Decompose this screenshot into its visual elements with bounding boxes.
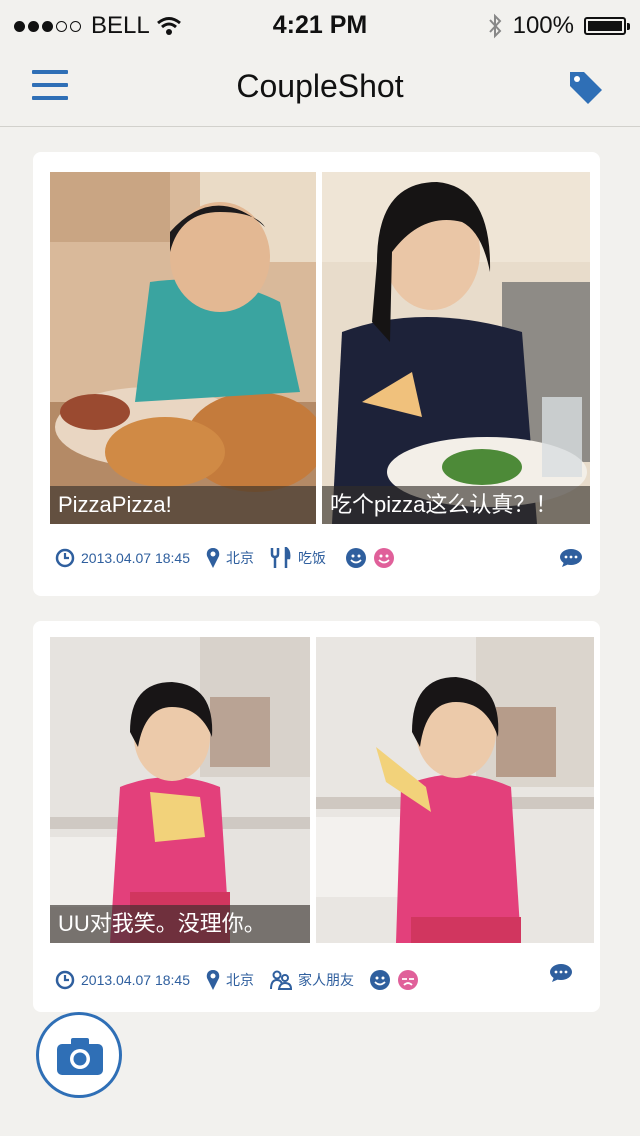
post-datetime: 2013.04.07 18:45 [81,972,190,988]
post-category: 家人朋友 [298,972,354,988]
family-icon [270,970,292,990]
post-location: 北京 [226,550,254,566]
comment-button[interactable] [549,963,573,988]
camera-button[interactable] [36,1012,122,1098]
battery-icon [584,17,630,35]
datetime: 2013.04.07 18:45 [55,548,190,568]
datetime: 2013.04.07 18:45 [55,970,190,990]
post-photo[interactable]: UU对我笑。没理你。 [50,637,310,943]
post-meta: 2013.04.07 18:45 北京 家人朋友 [55,969,434,991]
clock-icon [55,548,75,568]
status-bar: BELL 4:21 PM 100% [0,0,640,50]
location: 北京 [206,969,254,991]
fork-knife-icon [270,547,291,568]
tag-button[interactable] [566,68,606,108]
happy-face-icon [374,548,394,568]
location-pin-icon [206,548,220,568]
sad-face-icon [398,970,418,990]
photo-caption: 吃个pizza这么认真？！ [322,486,590,524]
camera-icon [57,1038,103,1075]
bluetooth-icon [488,13,501,39]
post-photo[interactable]: PizzaPizza! [50,172,316,524]
post-category: 吃饭 [298,550,326,566]
photo-caption: PizzaPizza! [50,486,316,524]
tag-icon [570,72,602,104]
post-card: UU对我笑。没理你。 2013.04.07 18:45 北京 家人朋友 [33,621,600,1012]
mood-indicators [346,548,394,568]
post-meta: 2013.04.07 18:45 北京 吃饭 [55,547,410,569]
post-photo[interactable]: 吃个pizza这么认真？！ [322,172,590,524]
navigation-bar: CoupleShot [0,50,640,127]
post-datetime: 2013.04.07 18:45 [81,550,190,566]
photo-caption: UU对我笑。没理你。 [50,905,310,943]
category: 家人朋友 [270,970,354,990]
speech-bubble-icon [560,549,582,567]
location-pin-icon [206,970,220,990]
post-photo[interactable] [316,637,594,943]
location: 北京 [206,547,254,569]
happy-face-icon [346,548,366,568]
post-card: PizzaPizza! 吃个pizza这么认真？！ 2013.04.07 18:… [33,152,600,596]
comment-button[interactable] [559,548,583,573]
happy-face-icon [370,970,390,990]
mood-indicators [370,970,418,990]
post-location: 北京 [226,972,254,988]
category: 吃饭 [270,547,326,569]
clock-icon [55,970,75,990]
speech-bubble-icon [550,964,572,982]
app-title: CoupleShot [236,68,404,104]
battery-percent: 100% [512,12,574,39]
